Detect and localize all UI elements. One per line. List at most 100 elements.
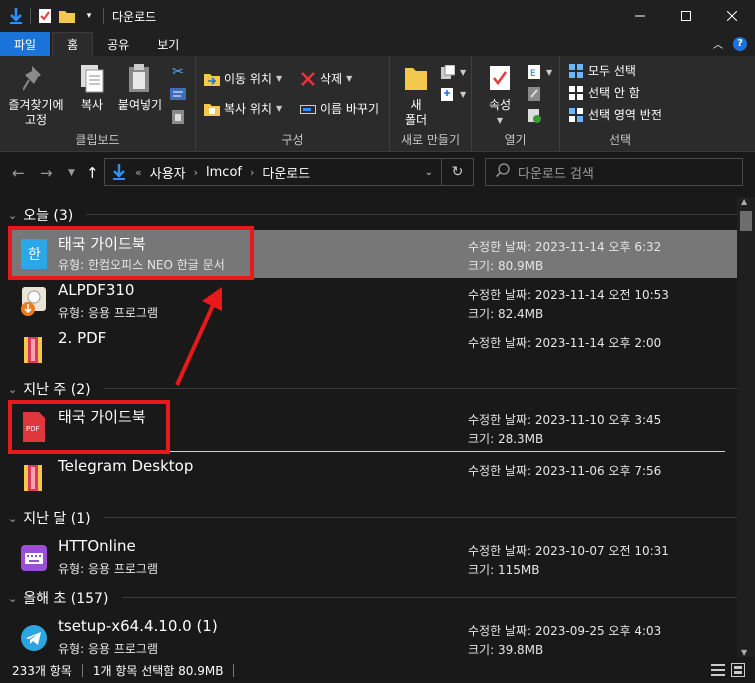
quick-access-toolbar: ▾ xyxy=(0,8,104,24)
tiles-view-icon[interactable] xyxy=(731,663,745,680)
forward-arrow-icon[interactable]: → xyxy=(40,164,53,182)
file-row-2pdf[interactable]: 2. PDF 수정한 날짜: 2023-11-14 오후 2:00 xyxy=(12,326,737,374)
select-all-button[interactable]: 모두 선택 xyxy=(568,62,636,79)
scrollbar-thumb[interactable] xyxy=(740,211,752,231)
file-modified: 수정한 날짜: 2023-11-10 오후 3:45 xyxy=(468,413,662,427)
properties-button[interactable]: 속성 ▼ xyxy=(482,62,518,128)
group-label-last-week: 지난 주 (2) xyxy=(23,382,91,398)
cut-button[interactable]: ✂ xyxy=(170,64,186,80)
scissors-icon: ✂ xyxy=(172,64,184,80)
tab-share[interactable]: 공유 xyxy=(93,32,143,56)
group-header-today[interactable]: ⌄ 오늘 (3) xyxy=(8,205,73,225)
collapse-chevron-icon[interactable]: ⌄ xyxy=(8,512,17,525)
tab-file[interactable]: 파일 xyxy=(0,32,51,56)
chevron-right-icon[interactable]: › xyxy=(250,166,254,179)
history-button[interactable] xyxy=(526,108,542,124)
move-to-button[interactable]: 이동 위치 ▼ xyxy=(204,70,282,87)
collapse-chevron-icon[interactable]: ⌄ xyxy=(8,383,17,396)
ribbon-tabs: 파일 홈 공유 보기 ︿ ? xyxy=(0,32,755,56)
maximize-button[interactable] xyxy=(663,0,709,32)
group-label-today: 오늘 (3) xyxy=(23,208,74,224)
file-row-tsetup[interactable]: tsetup-x64.4.10.0 (1) 유형: 응용 프로그램 수정한 날짜… xyxy=(12,614,737,657)
selection-info: 1개 항목 선택함 80.9MB xyxy=(92,663,224,678)
copy-to-button[interactable]: 복사 위치 ▼ xyxy=(204,100,282,117)
delete-x-icon xyxy=(300,71,316,87)
organize-group: 이동 위치 ▼ 복사 위치 ▼ 삭제 ▼ 이름 바꾸기 구성 xyxy=(196,56,390,152)
file-row-alpdf[interactable]: ALPDF310 유형: 응용 프로그램 수정한 날짜: 2023-11-14 … xyxy=(12,278,737,326)
group-header-last-month[interactable]: ⌄ 지난 달 (1) xyxy=(8,508,91,528)
file-size: 크기: 39.8MB xyxy=(468,643,544,657)
copy-button[interactable]: 복사 xyxy=(74,62,110,113)
invert-selection-button[interactable]: 선택 영역 반전 xyxy=(568,106,662,123)
window-controls xyxy=(617,0,755,32)
rename-button[interactable]: 이름 바꾸기 xyxy=(300,100,379,117)
search-box[interactable]: 다운로드 검색 xyxy=(485,158,743,186)
group-header-last-week[interactable]: ⌄ 지난 주 (2) xyxy=(8,379,91,399)
delete-button[interactable]: 삭제 ▼ xyxy=(300,70,352,87)
easy-access-button[interactable]: ▼ xyxy=(440,86,466,102)
chevron-down-icon: ▼ xyxy=(346,74,353,83)
scroll-up-icon[interactable]: ▲ xyxy=(741,197,747,206)
help-icon[interactable]: ? xyxy=(733,36,747,51)
ribbon: 즐겨찾기에 고정 복사 붙여넣기 ✂ 클립보드 이동 위치 ▼ 복사 위치 ▼ … xyxy=(0,56,755,152)
title-bar: ▾ 다운로드 xyxy=(0,0,755,32)
collapse-chevron-icon[interactable]: ⌄ xyxy=(8,209,17,222)
address-dropdown-icon[interactable]: ⌄ xyxy=(425,167,433,178)
properties-quick-icon[interactable] xyxy=(37,8,53,24)
rename-icon xyxy=(300,101,316,117)
file-modified: 수정한 날짜: 2023-11-14 오후 2:00 xyxy=(468,336,662,350)
new-item-button[interactable]: ▼ xyxy=(440,64,466,80)
select-none-button[interactable]: 선택 안 함 xyxy=(568,84,640,101)
open-button[interactable]: E ▼ xyxy=(526,64,552,80)
details-view-icon[interactable] xyxy=(711,663,725,680)
back-arrow-icon[interactable]: ← xyxy=(12,164,25,182)
clipboard-group-label: 클립보드 xyxy=(75,133,120,147)
file-row-telegram-desktop[interactable]: Telegram Desktop 수정한 날짜: 2023-11-06 오후 7… xyxy=(12,454,737,502)
collapse-chevron-icon[interactable]: ⌄ xyxy=(8,592,17,605)
edit-button[interactable] xyxy=(526,86,542,102)
paste-label: 붙여넣기 xyxy=(117,98,163,112)
move-to-icon xyxy=(204,71,220,87)
open-group: 속성 ▼ E ▼ 열기 xyxy=(472,56,560,152)
refresh-icon[interactable]: ↻ xyxy=(441,159,473,185)
chevron-down-icon: ▼ xyxy=(460,67,467,77)
select-all-icon xyxy=(568,63,584,79)
breadcrumb-users[interactable]: 사용자 xyxy=(150,163,186,182)
paste-shortcut-button[interactable] xyxy=(170,108,186,124)
chevron-down-icon: ▼ xyxy=(275,104,283,113)
file-modified: 수정한 날짜: 2023-10-07 오전 10:31 xyxy=(468,544,669,558)
archive-folder-icon xyxy=(20,334,48,366)
minimize-button[interactable] xyxy=(617,0,663,32)
breadcrumb-downloads[interactable]: 다운로드 xyxy=(262,163,310,182)
file-name: tsetup-x64.4.10.0 (1) xyxy=(58,617,218,635)
file-name: ALPDF310 xyxy=(58,281,135,299)
tab-view[interactable]: 보기 xyxy=(143,32,193,56)
address-bar[interactable]: « 사용자 › lmcof › 다운로드 ⌄ ↻ xyxy=(104,158,474,186)
copy-to-icon xyxy=(204,101,220,117)
copy-to-label: 복사 위치 xyxy=(224,102,272,116)
vertical-scrollbar[interactable]: ▲ ▼ xyxy=(737,197,755,657)
tab-home[interactable]: 홈 xyxy=(52,32,94,56)
chevron-right-icon[interactable]: › xyxy=(194,166,198,179)
pin-to-quick-access-button[interactable]: 즐겨찾기에 고정 xyxy=(6,62,66,128)
scroll-down-icon[interactable]: ▼ xyxy=(741,648,747,657)
new-item-icon xyxy=(440,64,456,80)
group-header-earlier-this-year[interactable]: ⌄ 올해 초 (157) xyxy=(8,588,108,608)
up-arrow-icon[interactable]: ↑ xyxy=(86,164,99,182)
new-folder-button[interactable]: 새 폴더 xyxy=(398,62,434,128)
customize-toolbar-icon[interactable]: ▾ xyxy=(81,8,97,24)
copy-path-button[interactable] xyxy=(170,86,186,102)
file-row-httonline[interactable]: HTTOnline 유형: 응용 프로그램 수정한 날짜: 2023-10-07… xyxy=(12,534,737,582)
collapse-ribbon-icon[interactable]: ︿ xyxy=(713,36,723,51)
select-group-label: 선택 xyxy=(608,133,632,147)
file-size: 크기: 28.3MB xyxy=(468,432,544,446)
recent-locations-icon[interactable]: ▼ xyxy=(68,168,75,178)
new-folder-quick-icon[interactable] xyxy=(59,8,75,24)
keyboard-app-icon xyxy=(20,542,48,574)
breadcrumb-overflow[interactable]: « xyxy=(135,166,142,179)
paste-button[interactable]: 붙여넣기 xyxy=(114,62,166,113)
search-placeholder: 다운로드 검색 xyxy=(518,166,594,182)
copy-label: 복사 xyxy=(80,98,104,112)
breadcrumb-user[interactable]: lmcof xyxy=(206,165,242,180)
close-button[interactable] xyxy=(709,0,755,32)
